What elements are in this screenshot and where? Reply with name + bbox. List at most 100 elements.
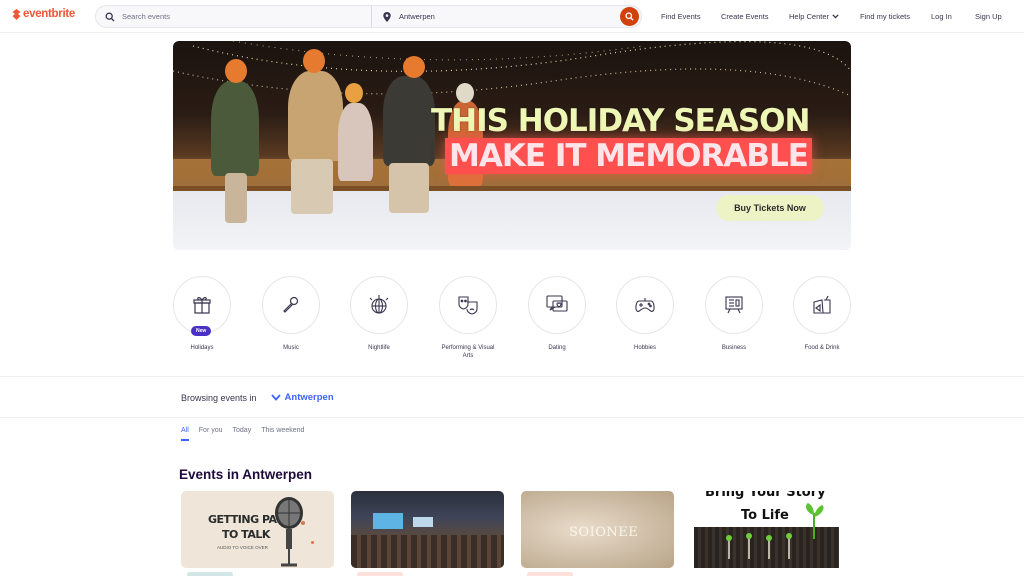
- skater-head: [456, 83, 474, 103]
- tab-today[interactable]: Today: [233, 427, 252, 441]
- category-label: Holidays: [190, 345, 214, 351]
- category-dating[interactable]: Dating: [527, 276, 587, 352]
- nav-find-events[interactable]: Find Events: [661, 0, 701, 33]
- card-tag: [187, 572, 233, 576]
- skater-head: [403, 56, 425, 78]
- skater-legs: [389, 163, 429, 213]
- conference-screen: [413, 517, 433, 527]
- event-card-image[interactable]: GETTING PAID TO TALK AUDIO TO VOICE OVER: [181, 491, 334, 568]
- skater-figure: [288, 71, 343, 161]
- theater-masks-icon: [458, 296, 478, 315]
- tab-for-you[interactable]: For you: [199, 427, 223, 441]
- browsing-label: Browsing events in: [181, 392, 257, 403]
- category-business[interactable]: Business: [704, 276, 764, 352]
- sprout-icon: [726, 533, 792, 559]
- skater-head: [345, 83, 363, 103]
- audience: [351, 535, 504, 568]
- conference-screen: [373, 513, 403, 529]
- nav-create-events[interactable]: Create Events: [721, 0, 769, 33]
- tab-this-weekend[interactable]: This weekend: [261, 427, 304, 441]
- category-label: Food & Drink: [804, 345, 840, 351]
- nav-find-my-tickets[interactable]: Find my tickets: [860, 0, 910, 33]
- location-pin-icon: [383, 11, 391, 22]
- category-circle[interactable]: [439, 276, 497, 334]
- section-divider: [0, 376, 1024, 377]
- tab-all[interactable]: All: [181, 427, 189, 441]
- nav-login[interactable]: Log In: [931, 0, 952, 33]
- skater-head: [225, 59, 247, 83]
- location-field[interactable]: Antwerpen: [372, 6, 641, 27]
- card-brand-text: SOIONEE: [569, 525, 639, 540]
- search-input[interactable]: Search events: [122, 12, 170, 21]
- microphone-icon: [275, 497, 303, 567]
- hero-headline-1: THIS HOLIDAY SEASON: [431, 103, 810, 139]
- category-label: Business: [721, 345, 747, 351]
- location-input[interactable]: Antwerpen: [399, 12, 435, 21]
- category-circle[interactable]: [350, 276, 408, 334]
- food-drink-icon: [813, 295, 831, 314]
- event-card-image[interactable]: SOIONEE: [521, 491, 674, 568]
- new-badge: New: [191, 326, 212, 336]
- card-title-line-2: To Life: [741, 508, 789, 523]
- card-title-line-2: TO TALK: [222, 528, 270, 541]
- nav-help-center[interactable]: Help Center: [789, 0, 839, 33]
- category-circle[interactable]: [262, 276, 320, 334]
- location-dropdown-label: Antwerpen: [284, 392, 334, 403]
- category-circle[interactable]: [616, 276, 674, 334]
- category-nightlife[interactable]: Nightlife: [349, 276, 409, 352]
- chevron-down-icon: [832, 14, 839, 19]
- search-events-field[interactable]: Search events: [96, 6, 372, 27]
- event-card-image[interactable]: Bring Your Story To Life: [694, 491, 839, 568]
- search-icon: [105, 12, 115, 21]
- microphone-icon: [283, 296, 299, 313]
- top-navbar: eventbrite Search events Antwerpen Find …: [0, 0, 1024, 33]
- event-filter-tabs: All For you Today This weekend: [181, 427, 314, 441]
- card-subtitle: AUDIO TO VOICE OVER: [217, 545, 268, 550]
- presentation-icon: [725, 296, 743, 314]
- category-food-drink[interactable]: Food & Drink: [792, 276, 852, 352]
- category-circle[interactable]: [528, 276, 586, 334]
- buy-tickets-button[interactable]: Buy Tickets Now: [716, 195, 824, 221]
- category-hobbies[interactable]: Hobbies: [615, 276, 675, 352]
- category-label: Nightlife: [368, 345, 390, 351]
- decorative-dot: [311, 541, 314, 544]
- skater-legs: [291, 159, 333, 214]
- eventbrite-logo-icon: [12, 8, 21, 20]
- events-section-title: Events in Antwerpen: [179, 467, 313, 482]
- category-row: New Holidays Music Nightlife Performing …: [172, 276, 852, 366]
- category-label: Music: [283, 345, 299, 351]
- eventbrite-logo[interactable]: eventbrite: [12, 8, 75, 20]
- category-circle[interactable]: [705, 276, 763, 334]
- chevron-down-icon: [270, 394, 281, 401]
- search-submit-button[interactable]: [620, 7, 639, 26]
- nav-signup-label: Sign Up: [975, 12, 1002, 21]
- category-circle[interactable]: [793, 276, 851, 334]
- nav-login-label: Log In: [931, 12, 952, 21]
- section-divider: [0, 417, 1024, 418]
- browsing-location-bar: Browsing events in Antwerpen: [181, 392, 334, 403]
- hero-headline-2: MAKE IT MEMORABLE: [445, 138, 812, 174]
- category-music[interactable]: Music: [261, 276, 321, 352]
- nav-signup[interactable]: Sign Up: [975, 0, 1002, 33]
- skater-legs: [225, 173, 247, 223]
- logo-text: eventbrite: [23, 8, 75, 20]
- search-bar: Search events Antwerpen: [95, 5, 642, 28]
- disco-ball-icon: [369, 295, 389, 314]
- nav-find-my-tickets-label: Find my tickets: [860, 12, 911, 21]
- category-label: Performing & Visual Arts: [441, 345, 495, 359]
- location-dropdown[interactable]: Antwerpen: [270, 392, 334, 403]
- category-label: Hobbies: [633, 345, 656, 351]
- skater-head: [303, 49, 325, 73]
- hero-banner[interactable]: THIS HOLIDAY SEASON MAKE IT MEMORABLE Bu…: [173, 41, 851, 250]
- search-icon: [625, 12, 634, 21]
- category-holidays[interactable]: New Holidays: [172, 276, 232, 352]
- skater-figure: [383, 76, 435, 166]
- gamepad-icon: [635, 298, 655, 312]
- skater-figure: [338, 103, 373, 181]
- category-performing-visual-arts[interactable]: Performing & Visual Arts: [438, 276, 498, 360]
- decorative-dot: [301, 521, 305, 525]
- nav-create-events-label: Create Events: [721, 12, 769, 21]
- event-card-image[interactable]: [351, 491, 504, 568]
- nav-help-center-label: Help Center: [789, 12, 830, 21]
- skater-figure: [211, 81, 259, 176]
